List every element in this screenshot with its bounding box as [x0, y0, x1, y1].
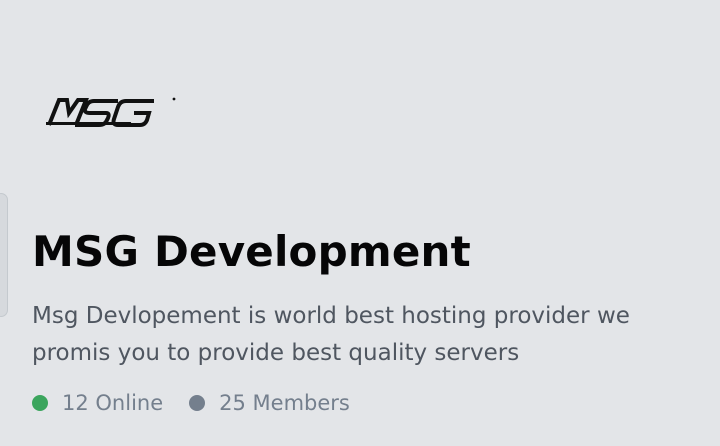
member-count-label: 25 Members	[219, 391, 350, 415]
msg-logo-icon	[46, 97, 176, 127]
member-status-icon	[189, 395, 206, 411]
server-stats: 12 Online 25 Members	[32, 386, 376, 420]
online-count-label: 12 Online	[62, 391, 164, 415]
server-logo	[46, 95, 178, 129]
server-description: Msg Devlopement is world best hosting pr…	[32, 303, 630, 366]
server-invite-card: MSG Development Msg Devlopement is world…	[0, 0, 720, 446]
server-name: MSG Development	[32, 227, 471, 276]
online-status-icon	[32, 395, 48, 411]
side-panel-handle[interactable]	[0, 193, 8, 317]
member-count: 25 Members	[189, 391, 350, 415]
online-count: 12 Online	[32, 391, 163, 415]
